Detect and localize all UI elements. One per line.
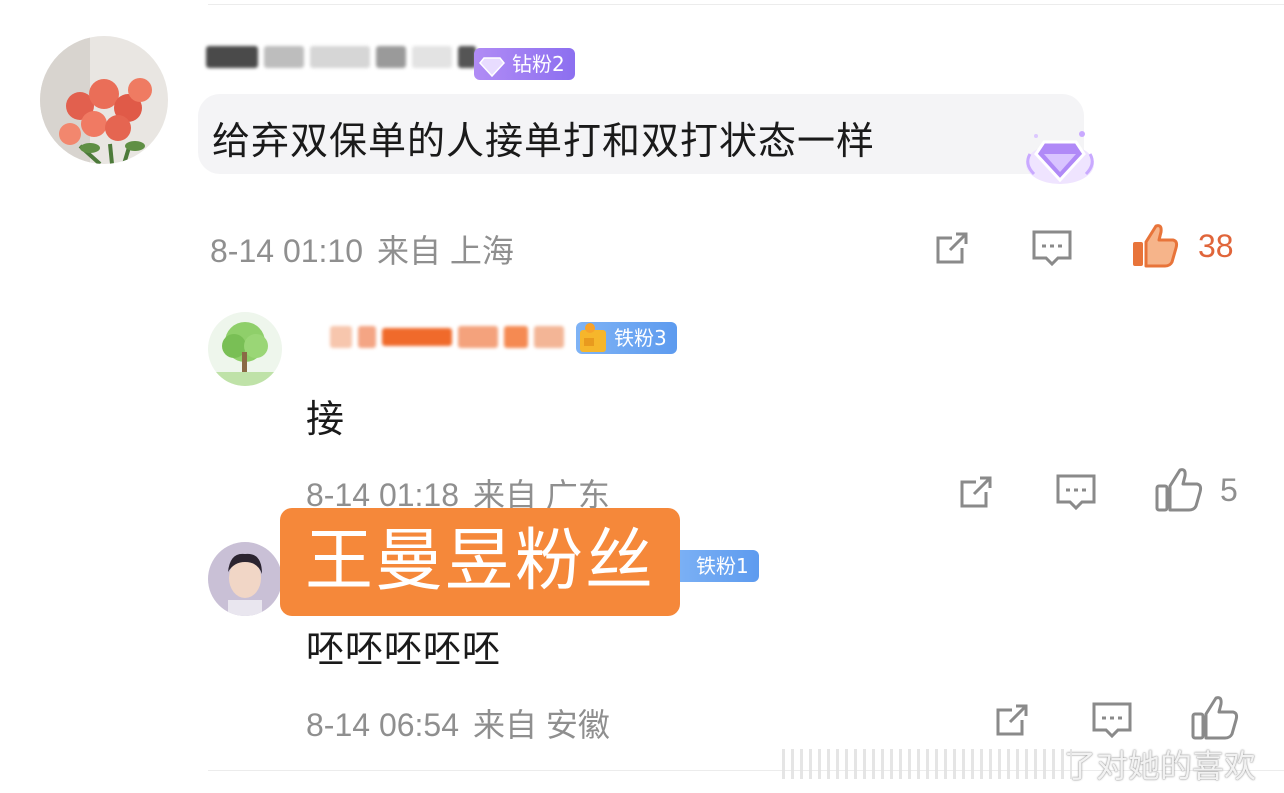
thumbs-up-icon [1155, 468, 1203, 512]
comment-text: 接 [306, 397, 346, 441]
top-divider [208, 4, 1284, 5]
watermark-lines [782, 749, 1072, 779]
badge-label: 铁粉3 [614, 326, 667, 350]
share-icon [936, 232, 968, 264]
like-count: 38 [1198, 228, 1234, 264]
badge-label: 铁粉1 [696, 554, 749, 578]
comment-icon [1032, 230, 1072, 267]
diamond-icon [1026, 131, 1094, 184]
overlay-label: 王曼昱粉丝 [280, 508, 680, 616]
avatar[interactable] [40, 36, 168, 164]
share-button[interactable] [930, 226, 974, 270]
share-button[interactable] [990, 698, 1034, 742]
avatar[interactable] [208, 542, 282, 616]
comment-date: 8-14 01:10 [210, 233, 364, 269]
share-icon [996, 704, 1028, 736]
fan-badge[interactable]: 钻粉2 [474, 48, 575, 80]
thumbs-up-icon [1191, 696, 1239, 740]
username-redacted[interactable] [206, 44, 476, 70]
watermark-text: 了对她的喜欢 [1064, 747, 1257, 785]
diamond-icon [479, 57, 505, 78]
comment-meta: 8-14 01:10 来自 上海 [210, 226, 514, 272]
comment-icon [1056, 474, 1096, 511]
thumbs-up-icon [1133, 224, 1179, 268]
fan-badge[interactable]: 铁粉1 [668, 550, 759, 582]
comment-location: 来自 上海 [377, 233, 514, 269]
comment-date: 8-14 06:54 [306, 707, 460, 743]
watermark: 了对她的喜欢 [782, 742, 1256, 786]
comment-location: 来自 安徽 [473, 707, 610, 743]
like-count: 5 [1220, 472, 1238, 508]
reply-button[interactable] [1090, 698, 1134, 742]
comment-icon [1092, 702, 1132, 739]
fan-badge[interactable]: 铁粉3 [576, 322, 677, 354]
share-icon [960, 476, 992, 508]
reply-button[interactable] [1030, 226, 1074, 270]
avatar[interactable] [208, 312, 282, 386]
comment-meta: 8-14 06:54 来自 安徽 [306, 700, 610, 746]
like-button[interactable] [1190, 694, 1240, 742]
comment-text: 给弃双保单的人接单打和双打状态一样 [212, 119, 876, 163]
badge-label: 钻粉2 [512, 52, 565, 76]
crown-icon [580, 323, 606, 352]
reply-button[interactable] [1054, 470, 1098, 514]
like-button[interactable] [1130, 222, 1180, 270]
share-button[interactable] [954, 470, 998, 514]
username-redacted[interactable] [330, 324, 564, 350]
comment-text: 呸呸呸呸呸 [306, 627, 502, 671]
like-button[interactable] [1154, 466, 1204, 514]
